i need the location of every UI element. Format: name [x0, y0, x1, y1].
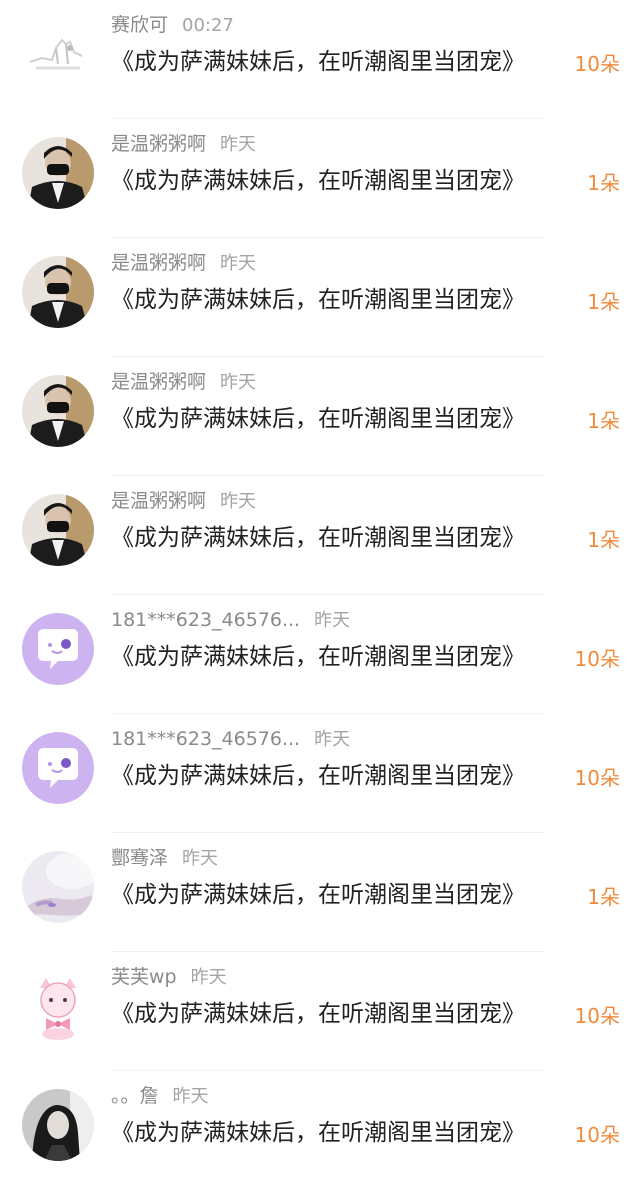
list-item[interactable]: 芙芙wp 昨天 《成为萨满妹妹后，在听潮阁里当团宠》 10朵: [0, 952, 640, 1071]
username[interactable]: 是温粥粥啊: [111, 252, 206, 274]
username[interactable]: 181***623_46576...: [111, 728, 300, 750]
username[interactable]: 赛欣可: [111, 14, 168, 36]
list-item[interactable]: 是温粥粥啊 昨天 《成为萨满妹妹后，在听潮阁里当团宠》 1朵: [0, 476, 640, 595]
username[interactable]: 。。詹: [111, 1085, 159, 1107]
gift-book-title: 《成为萨满妹妹后，在听潮阁里当团宠》: [111, 287, 525, 313]
gift-count: 10朵: [574, 52, 620, 76]
item-meta: 是温粥粥啊 昨天: [111, 367, 256, 397]
gift-count: 1朵: [587, 528, 620, 552]
username[interactable]: 是温粥粥啊: [111, 490, 206, 512]
gift-record-list: 赛欣可 00:27 《成为萨满妹妹后，在听潮阁里当团宠》 10朵 是温粥粥啊 昨天 …: [0, 0, 640, 1180]
username[interactable]: 芙芙wp: [111, 966, 177, 988]
timestamp: 昨天: [314, 729, 351, 750]
timestamp: 昨天: [182, 848, 219, 869]
pink-cat-avatar[interactable]: [22, 970, 94, 1042]
gift-book-title: 《成为萨满妹妹后，在听潮阁里当团宠》: [111, 882, 525, 908]
item-meta: 。。詹 昨天: [111, 1081, 209, 1111]
item-meta: 181***623_46576... 昨天: [111, 724, 350, 754]
list-item[interactable]: 181***623_46576... 昨天 《成为萨满妹妹后，在听潮阁里当团宠》 …: [0, 714, 640, 833]
list-item[interactable]: 。。詹 昨天 《成为萨满妹妹后，在听潮阁里当团宠》 10朵: [0, 1071, 640, 1190]
list-item[interactable]: 181***623_46576... 昨天 《成为萨满妹妹后，在听潮阁里当团宠》 …: [0, 595, 640, 714]
girl-photo-avatar[interactable]: [22, 1089, 94, 1161]
gift-count: 10朵: [574, 647, 620, 671]
default-chat-bubble-avatar[interactable]: [22, 732, 94, 804]
gift-book-title: 《成为萨满妹妹后，在听潮阁里当团宠》: [111, 763, 525, 789]
username[interactable]: 是温粥粥啊: [111, 133, 206, 155]
gift-count: 1朵: [587, 885, 620, 909]
gift-book-title: 《成为萨满妹妹后，在听潮阁里当团宠》: [111, 168, 525, 194]
gift-book-title: 《成为萨满妹妹后，在听潮阁里当团宠》: [111, 1001, 525, 1027]
gift-count: 10朵: [574, 1123, 620, 1147]
timestamp: 昨天: [220, 253, 257, 274]
sketch-avatar[interactable]: [22, 18, 94, 90]
item-meta: 是温粥粥啊 昨天: [111, 486, 256, 516]
gift-count: 1朵: [587, 409, 620, 433]
item-meta: 酆骞泽 昨天: [111, 843, 218, 873]
gift-count: 10朵: [574, 766, 620, 790]
item-meta: 是温粥粥啊 昨天: [111, 248, 256, 278]
item-meta: 赛欣可 00:27: [111, 10, 234, 40]
gift-book-title: 《成为萨满妹妹后，在听潮阁里当团宠》: [111, 406, 525, 432]
hand-photo-avatar[interactable]: [22, 851, 94, 923]
gift-count: 1朵: [587, 171, 620, 195]
username[interactable]: 酆骞泽: [111, 847, 168, 869]
masked-man-avatar[interactable]: [22, 137, 94, 209]
timestamp: 昨天: [172, 1086, 209, 1107]
timestamp: 昨天: [314, 610, 351, 631]
timestamp: 昨天: [190, 967, 227, 988]
username[interactable]: 是温粥粥啊: [111, 371, 206, 393]
gift-book-title: 《成为萨满妹妹后，在听潮阁里当团宠》: [111, 644, 525, 670]
list-item[interactable]: 是温粥粥啊 昨天 《成为萨满妹妹后，在听潮阁里当团宠》 1朵: [0, 357, 640, 476]
gift-count: 1朵: [587, 290, 620, 314]
list-item[interactable]: 酆骞泽 昨天 《成为萨满妹妹后，在听潮阁里当团宠》 1朵: [0, 833, 640, 952]
list-item[interactable]: 赛欣可 00:27 《成为萨满妹妹后，在听潮阁里当团宠》 10朵: [0, 0, 640, 119]
timestamp: 昨天: [220, 372, 257, 393]
list-item[interactable]: 是温粥粥啊 昨天 《成为萨满妹妹后，在听潮阁里当团宠》 1朵: [0, 238, 640, 357]
item-meta: 181***623_46576... 昨天: [111, 605, 350, 635]
timestamp: 00:27: [182, 15, 234, 36]
list-item[interactable]: 是温粥粥啊 昨天 《成为萨满妹妹后，在听潮阁里当团宠》 1朵: [0, 119, 640, 238]
gift-book-title: 《成为萨满妹妹后，在听潮阁里当团宠》: [111, 525, 525, 551]
masked-man-avatar[interactable]: [22, 494, 94, 566]
item-meta: 芙芙wp 昨天: [111, 962, 227, 992]
default-chat-bubble-avatar[interactable]: [22, 613, 94, 685]
timestamp: 昨天: [220, 134, 257, 155]
timestamp: 昨天: [220, 491, 257, 512]
masked-man-avatar[interactable]: [22, 256, 94, 328]
username[interactable]: 181***623_46576...: [111, 609, 300, 631]
gift-book-title: 《成为萨满妹妹后，在听潮阁里当团宠》: [111, 1120, 525, 1146]
gift-book-title: 《成为萨满妹妹后，在听潮阁里当团宠》: [111, 49, 525, 75]
masked-man-avatar[interactable]: [22, 375, 94, 447]
item-meta: 是温粥粥啊 昨天: [111, 129, 256, 159]
gift-count: 10朵: [574, 1004, 620, 1028]
